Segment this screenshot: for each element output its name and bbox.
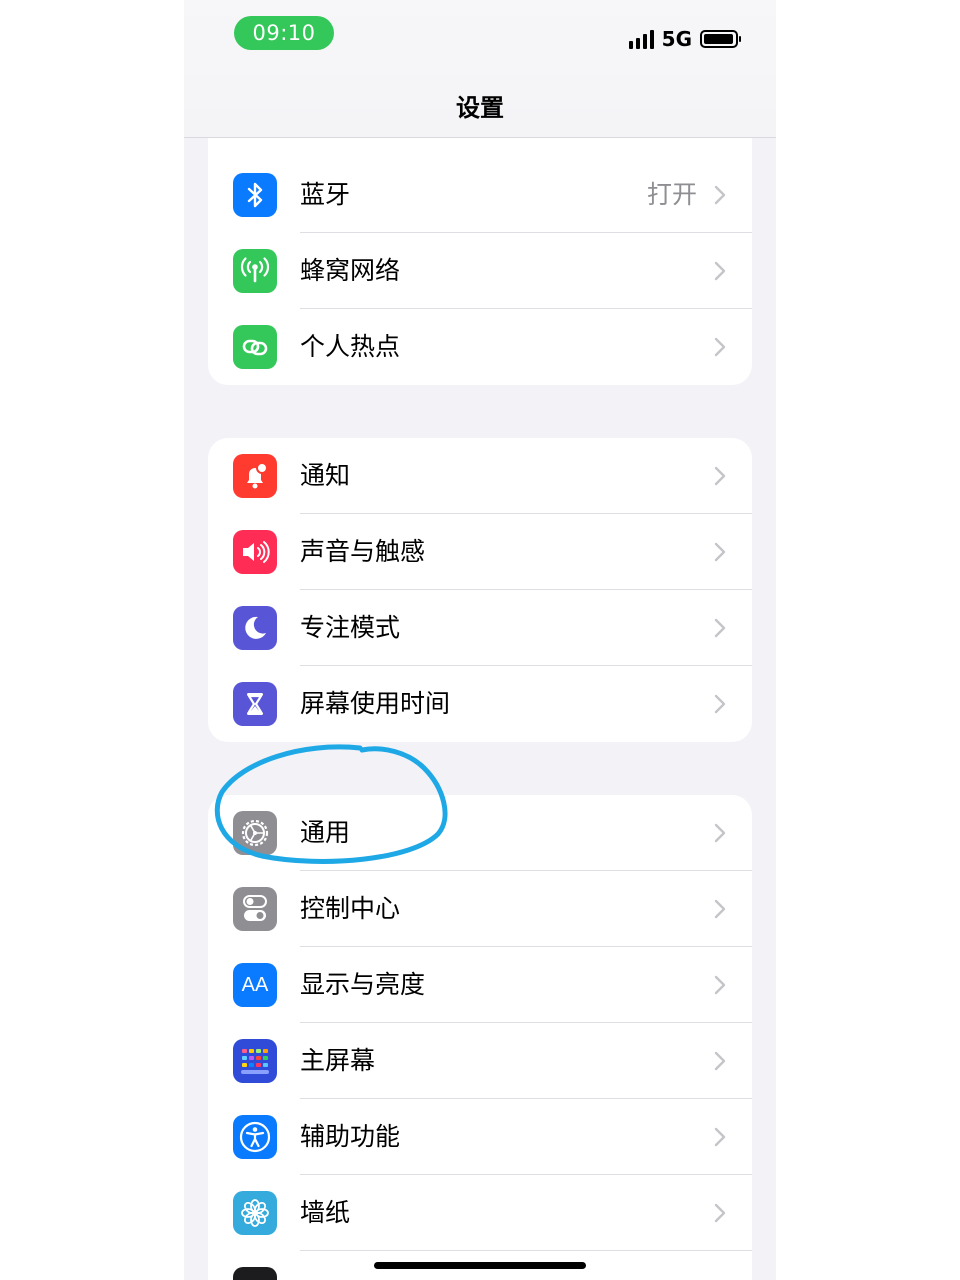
text-size-icon: AA: [233, 963, 277, 1007]
toggles-icon: [233, 887, 277, 931]
settings-row-label: 个人热点: [300, 332, 401, 361]
home-screen-grid-icon: [233, 1039, 277, 1083]
settings-row-home-screen[interactable]: 主屏幕: [208, 1023, 752, 1099]
settings-row-label: 屏幕使用时间: [300, 689, 451, 718]
settings-row-label: 显示与亮度: [300, 970, 426, 999]
settings-row-screen-time[interactable]: 屏幕使用时间: [208, 666, 752, 742]
status-time: 09:10: [234, 16, 334, 50]
accessibility-icon: [233, 1115, 277, 1159]
settings-row-label: 通用: [300, 818, 351, 847]
settings-group-general: 通用 控制中心 AA 显示与亮度 主屏幕 辅助功能 墙纸: [208, 795, 752, 1280]
settings-row-general[interactable]: 通用: [208, 795, 752, 871]
settings-row-display[interactable]: AA 显示与亮度: [208, 947, 752, 1023]
settings-row-label: 蓝牙: [300, 180, 351, 209]
settings-row-label: 蜂窝网络: [300, 256, 401, 285]
partially-visible-app-icon: [233, 1267, 277, 1280]
chevron-right-icon: [714, 975, 726, 995]
settings-row-focus[interactable]: 专注模式: [208, 590, 752, 666]
bluetooth-icon: [233, 173, 277, 217]
settings-row-label: 辅助功能: [300, 1122, 401, 1151]
chevron-right-icon: [714, 899, 726, 919]
settings-row-label: 主屏幕: [300, 1046, 376, 1075]
chevron-right-icon: [714, 823, 726, 843]
settings-row-sounds[interactable]: 声音与触感: [208, 514, 752, 590]
hotspot-icon: [233, 325, 277, 369]
speaker-icon: [233, 530, 277, 574]
home-indicator: [374, 1262, 586, 1269]
settings-row-control-center[interactable]: 控制中心: [208, 871, 752, 947]
bluetooth-status-value: 打开: [646, 180, 697, 209]
settings-group-notifications: 通知 声音与触感 专注模式 屏幕使用时间: [208, 438, 752, 742]
chevron-right-icon: [714, 1051, 726, 1071]
chevron-right-icon: [714, 466, 726, 486]
phone-screen: 09:10 5G 设置 蓝牙 打开 蜂窝网络 个人热点 通知 声音与触感 专注模…: [184, 0, 776, 1280]
navigation-header: 09:10 5G 设置: [184, 0, 776, 138]
gear-icon: [233, 811, 277, 855]
status-indicators: 5G: [628, 26, 741, 52]
chevron-right-icon: [714, 694, 726, 714]
chevron-right-icon: [714, 337, 726, 357]
settings-row-label: 专注模式: [300, 613, 401, 642]
settings-row-notifications[interactable]: 通知: [208, 438, 752, 514]
chevron-right-icon: [714, 618, 726, 638]
settings-group-connectivity: 蓝牙 打开 蜂窝网络 个人热点: [208, 157, 752, 385]
settings-row-wallpaper[interactable]: 墙纸: [208, 1175, 752, 1251]
page-title: 设置: [456, 94, 504, 122]
moon-icon: [233, 606, 277, 650]
network-type: 5G: [661, 27, 692, 51]
hourglass-icon: [233, 682, 277, 726]
settings-row-cellular[interactable]: 蜂窝网络: [208, 233, 752, 309]
settings-row-bluetooth[interactable]: 蓝牙 打开: [208, 157, 752, 233]
signal-strength-icon: [628, 29, 654, 49]
settings-row-label: 通知: [300, 461, 351, 490]
cellular-icon: [233, 249, 277, 293]
text-size-icon-glyph: AA: [241, 973, 269, 996]
settings-row-label: 控制中心: [300, 894, 401, 923]
chevron-right-icon: [714, 1203, 726, 1223]
chevron-right-icon: [714, 185, 726, 205]
notification-bell-icon: [233, 454, 277, 498]
chevron-right-icon: [714, 542, 726, 562]
settings-row-label: 墙纸: [300, 1198, 351, 1227]
settings-row-accessibility[interactable]: 辅助功能: [208, 1099, 752, 1175]
chevron-right-icon: [714, 1127, 726, 1147]
chevron-right-icon: [714, 261, 726, 281]
settings-row-hotspot[interactable]: 个人热点: [208, 309, 752, 385]
settings-row-label: 声音与触感: [300, 537, 426, 566]
battery-icon: [700, 30, 741, 48]
flower-icon: [233, 1191, 277, 1235]
